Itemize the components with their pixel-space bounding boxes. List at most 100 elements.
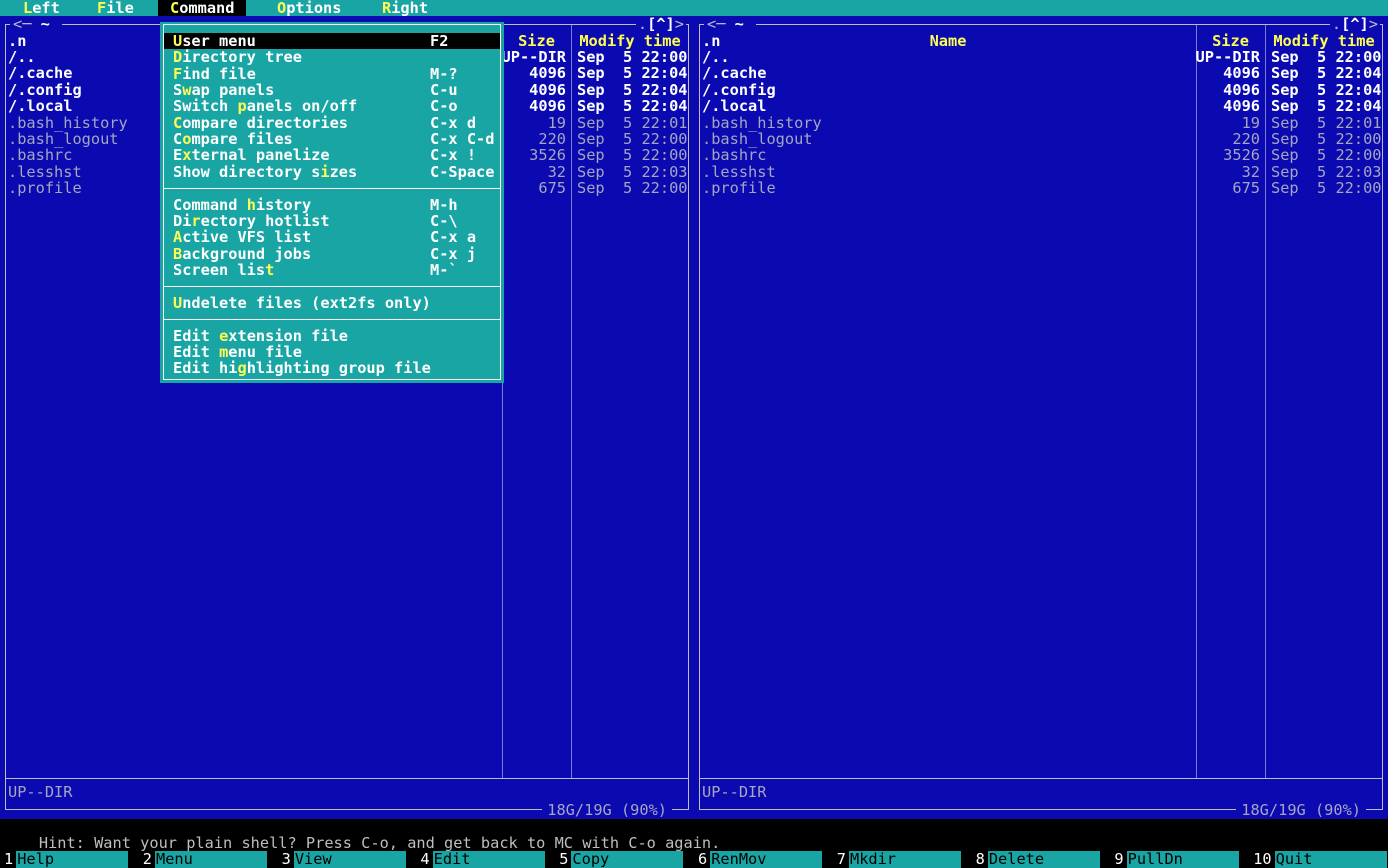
fkey-9-pulldn[interactable]: 9PullDn (1110, 851, 1249, 868)
file-size: 3526 (1130, 147, 1260, 163)
file-row[interactable]: .bash_history19Sep 5 22:01 (700, 115, 1382, 131)
mini-status: UP--DIR (702, 784, 766, 800)
file-row[interactable]: /.config4096Sep 5 22:04 (700, 82, 1382, 98)
panel-header-row: .nNameSizeModify time (700, 33, 1382, 49)
menu-item-compare-directories[interactable]: Compare directoriesC-x d (164, 115, 500, 131)
hotkey-letter: m (219, 343, 228, 361)
column-header-size[interactable]: Size (502, 33, 571, 49)
label-text: E (173, 146, 182, 164)
hint-line: Hint: Want your plain shell? Press C-o, … (2, 819, 720, 835)
label-text: Switch (173, 97, 237, 115)
file-name: .bashrc (8, 147, 72, 163)
command-line[interactable]: midnight@commander:~$ (0, 835, 248, 851)
menu-item-external-panelize[interactable]: External panelizeC-x ! (164, 147, 500, 163)
file-mtime: Sep 5 22:04 (1271, 82, 1382, 98)
menu-item-switch-panels-on-off[interactable]: Switch panels on/offC-o (164, 98, 500, 114)
fkey-8-delete[interactable]: 8Delete (972, 851, 1111, 868)
hotkey-letter: U (173, 32, 182, 50)
file-name: /.cache (8, 65, 72, 81)
fkey-number: 8 (972, 851, 985, 868)
menu-item-background-jobs[interactable]: Background jobsC-x j (164, 246, 500, 262)
menu-item-shortcut: C-u (430, 82, 458, 98)
menu-right[interactable]: Right (382, 0, 428, 16)
menu-separator (163, 319, 501, 320)
file-mtime: Sep 5 22:00 (577, 49, 688, 65)
fkey-label: Delete (988, 851, 1100, 868)
menu-item-user-menu[interactable]: User menuF2 (164, 33, 500, 49)
file-row[interactable]: .bashrc3526Sep 5 22:00 (700, 147, 1382, 163)
file-row[interactable]: /.local4096Sep 5 22:04 (700, 98, 1382, 114)
fkey-number: 2 (139, 851, 152, 868)
label-text: ectory hotlist (201, 212, 330, 230)
menu-item-active-vfs-list[interactable]: Active VFS listC-x a (164, 229, 500, 245)
fkey-4-edit[interactable]: 4Edit (416, 851, 555, 868)
up-directory-icon: [^] (1341, 15, 1369, 33)
file-size: 675 (1130, 180, 1260, 196)
menu-item-shortcut: M-` (430, 262, 458, 278)
column-header-name[interactable]: Name (700, 33, 1196, 49)
label-text: zes (330, 163, 358, 181)
hotkey-letter: B (173, 245, 182, 263)
file-name: .lesshst (702, 164, 776, 180)
file-row[interactable]: .bash_logout220Sep 5 22:00 (700, 131, 1382, 147)
fkey-number: 3 (278, 851, 291, 868)
label-text: ind file (182, 65, 256, 83)
menu-item-edit-menu-file[interactable]: Edit menu file (164, 344, 500, 360)
file-mtime: Sep 5 22:03 (1271, 164, 1382, 180)
column-header-mtime[interactable]: Modify time (571, 33, 689, 49)
menu-options[interactable]: Options (277, 0, 341, 16)
fkey-number: 9 (1110, 851, 1123, 868)
menu-item-show-directory-sizes[interactable]: Show directory sizesC-Space (164, 164, 500, 180)
file-name: .profile (8, 180, 82, 196)
menu-item-command-history[interactable]: Command historyM-h (164, 197, 500, 213)
file-name: .bash_history (8, 115, 128, 131)
menu-item-find-file[interactable]: Find fileM-? (164, 66, 500, 82)
file-row[interactable]: .profile675Sep 5 22:00 (700, 180, 1382, 196)
fkey-5-copy[interactable]: 5Copy (555, 851, 694, 868)
menu-item-screen-list[interactable]: Screen listM-` (164, 262, 500, 278)
menu-item-edit-highlighting-group-file[interactable]: Edit highlighting group file (164, 360, 500, 376)
fkey-3-view[interactable]: 3View (278, 851, 417, 868)
menu-file[interactable]: File (97, 0, 134, 16)
file-row[interactable]: /..UP--DIRSep 5 22:00 (700, 49, 1382, 65)
label-text: Show directory s (173, 163, 320, 181)
menu-item-undelete-files-ext2fs-only-[interactable]: Undelete files (ext2fs only) (164, 295, 500, 311)
menu-item-shortcut: C-x a (430, 229, 476, 245)
panel-nav-buttons[interactable]: .[^]> (1330, 16, 1380, 32)
menu-item-compare-files[interactable]: Compare filesC-x C-d (164, 131, 500, 147)
file-size: UP--DIR (1130, 49, 1260, 65)
menu-item-shortcut: F2 (430, 33, 448, 49)
fkey-10-quit[interactable]: 10Quit (1249, 851, 1388, 868)
hotkey-letter: t (265, 261, 274, 279)
menu-left[interactable]: Left (23, 0, 60, 16)
file-name: .profile (702, 180, 776, 196)
fkey-7-mkdir[interactable]: 7Mkdir (833, 851, 972, 868)
file-name: /.. (702, 49, 730, 65)
menu-item-directory-hotlist[interactable]: Directory hotlistC-\ (164, 213, 500, 229)
menu-item-shortcut: C-x C-d (430, 131, 494, 147)
file-mtime: Sep 5 22:00 (577, 147, 688, 163)
fkey-6-renmov[interactable]: 6RenMov (694, 851, 833, 868)
history-forward-icon: > (675, 15, 684, 33)
file-row[interactable]: .lesshst 32 Sep 5 22:03 (700, 164, 1382, 180)
panel-nav-buttons[interactable]: .[^]> (636, 16, 686, 32)
fkey-1-help[interactable]: 1Help (0, 851, 139, 868)
file-name: /.local (702, 98, 766, 114)
menu-item-edit-extension-file[interactable]: Edit extension file (164, 328, 500, 344)
panel-path-label: <─ ~ (10, 16, 62, 32)
right-panel: <─ ~ .[^]>.nNameSizeModify time/..UP--DI… (694, 16, 1388, 819)
menu-item-shortcut: M-? (430, 66, 458, 82)
column-header-mtime[interactable]: Modify time (1265, 33, 1383, 49)
file-mtime: Sep 5 22:00 (577, 180, 688, 196)
menu-item-swap-panels[interactable]: Swap panelsC-u (164, 82, 500, 98)
menu-item-directory-tree[interactable]: Directory tree (164, 49, 500, 65)
fkey-2-menu[interactable]: 2Menu (139, 851, 278, 868)
mc-screen: LeftFileCommandOptionsRight <─ ~ .[^]>.n… (0, 0, 1388, 868)
file-size: 32 (1130, 164, 1260, 180)
hotkey-letter: p (237, 97, 246, 115)
column-header-size[interactable]: Size (1196, 33, 1265, 49)
menu-command[interactable]: Command (158, 0, 246, 16)
file-row[interactable]: /.cache4096Sep 5 22:04 (700, 65, 1382, 81)
mini-status-separator (699, 778, 1383, 779)
file-name: /.local (8, 98, 72, 114)
